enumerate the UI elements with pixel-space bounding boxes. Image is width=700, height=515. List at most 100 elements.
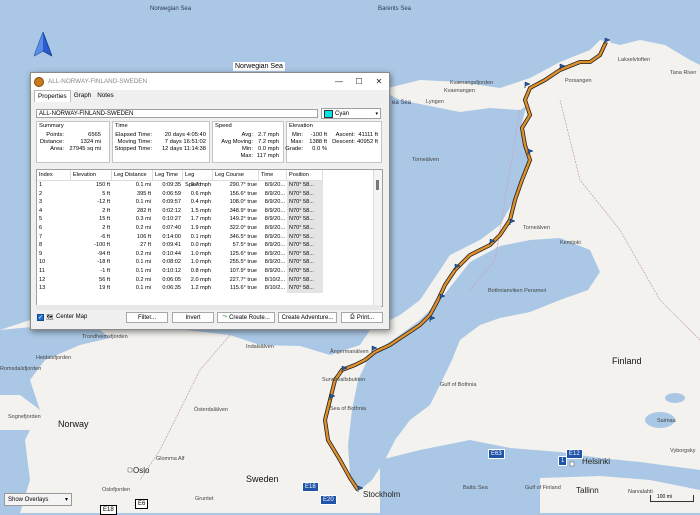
map-label: Baltic Sea: [463, 485, 488, 491]
table-cell: -6 ft: [100, 233, 110, 240]
table-row[interactable]: 2 5 ft 395 ft 0:06:59 0.6 mph 156.6° true 8/9/…: [37, 189, 323, 199]
tab-properties[interactable]: Properties: [34, 90, 71, 102]
print-label: Print...: [356, 314, 375, 321]
table-cell: N70° 58...: [287, 232, 323, 242]
table-cell: -94 ft: [97, 250, 110, 257]
stopped-label: Stopped Time:: [114, 146, 152, 152]
track-points-table[interactable]: Index Elevation Leg Distance Leg Time Leg Sp…: [36, 169, 383, 307]
summary-box: Summary Points: 6565 Distance: 1324 mi A…: [36, 121, 110, 163]
moving-value: 7 days 16:51:02: [164, 139, 206, 145]
map-label: ea Sea: [392, 100, 412, 106]
table-row[interactable]: 4 2 ft 282 ft 0:02:12 1.5 mph 348.9° true 8/9/…: [37, 206, 323, 216]
column-header[interactable]: Index: [37, 170, 71, 180]
table-row[interactable]: 6 2 ft 0.2 mi 0:07:40 1.9 mph 322.0° true 8/9/…: [37, 224, 323, 233]
route-icon: ⤳: [222, 314, 228, 320]
print-button[interactable]: ⎙ Print...: [341, 312, 383, 323]
area-label: Area:: [50, 146, 64, 152]
map-label: Oslofjorden: [102, 487, 131, 493]
tab-graph[interactable]: Graph: [71, 90, 95, 102]
track-name-input[interactable]: ALL-NORWAY-FINLAND-SWEDEN: [36, 109, 318, 118]
table-row[interactable]: 5 15 ft 0.3 mi 0:10:27 1.7 mph 149.2° true 8/9…: [37, 215, 323, 224]
table-cell: 106 ft: [137, 233, 151, 240]
map-label: Trondheimsfjorden: [82, 334, 128, 340]
table-cell: 8/9/20...: [264, 225, 285, 231]
color-select[interactable]: Cyan ▾: [321, 108, 381, 119]
table-cell: 2: [39, 190, 43, 197]
map-label: Vyborgsky: [670, 448, 696, 454]
horizontal-scrollbar[interactable]: [36, 305, 381, 310]
column-header[interactable]: Leg Distance: [112, 170, 153, 180]
table-row[interactable]: 12 56 ft 0.2 mi 0:06:05 2.0 mph 227.7° true 8/…: [37, 275, 323, 285]
table-cell: 282 ft: [137, 207, 151, 214]
minimize-button[interactable]: —: [329, 73, 349, 90]
table-cell: 290.7° true: [229, 182, 257, 188]
create-adventure-button[interactable]: Create Adventure...: [278, 312, 337, 323]
avg-moving-label: Avg Moving:: [221, 139, 253, 145]
column-header[interactable]: Leg Time: [153, 170, 183, 180]
table-row[interactable]: 9 -94 ft 0.2 mi 0:10:44 1.0 mph 125.6° true 8/…: [37, 249, 323, 259]
scrollbar-thumb[interactable]: [376, 180, 379, 190]
map-label: Saimaa: [657, 418, 676, 424]
elapsed-label: Elapsed Time:: [115, 132, 152, 138]
distance-value: 1324 mi: [80, 139, 101, 145]
column-header[interactable]: Time: [259, 170, 287, 180]
filter-button[interactable]: Filter...: [126, 312, 168, 323]
create-route-label: Create Route...: [229, 314, 270, 321]
map-label: Stockholm: [363, 490, 401, 499]
tab-notes[interactable]: Notes: [94, 90, 116, 102]
create-route-button[interactable]: ⤳ Create Route...: [217, 312, 275, 323]
map-label: Glomma Alf: [156, 456, 185, 462]
compass-icon[interactable]: [34, 32, 52, 58]
map-label: Kvænangsfjorden: [450, 80, 494, 86]
table-cell: 0:14:00: [162, 233, 181, 240]
table-row[interactable]: 3 -12 ft 0.1 mi 0:09:57 0.4 mph 108.0° true 8/…: [37, 198, 323, 207]
map-label: Helsinki: [582, 457, 611, 466]
table-row[interactable]: 7 -6 ft 106 ft 0:14:00 0.1 mph 346.5° true 8/9…: [37, 232, 323, 242]
table-cell: 8/9/20...: [264, 182, 285, 188]
stopped-value: 12 days 11:14:38: [161, 146, 206, 152]
table-cell: 8/9/20...: [264, 233, 285, 240]
table-cell: 8/10/2...: [264, 276, 285, 283]
map-label: Tallinn: [576, 486, 599, 495]
area-value: 27945 sq mi: [69, 146, 101, 152]
table-cell: 0:10:27: [162, 216, 181, 223]
column-header[interactable]: Leg Course: [213, 170, 259, 180]
table-row[interactable]: 11 -1 ft 0.1 mi 0:10:12 0.8 mph 107.9° true 8/…: [37, 267, 323, 276]
table-cell: 1.9 mph: [190, 225, 211, 231]
descent-label: Descent:: [332, 139, 355, 145]
dialog-title-bar[interactable]: ALL-NORWAY-FINLAND-SWEDEN — ☐ ✕: [31, 73, 389, 90]
table-row[interactable]: 10 -18 ft 0.1 mi 0:08:02 1.0 mph 255.5° true 8…: [37, 258, 323, 267]
table-cell: 10: [39, 259, 46, 266]
map-label: Indalsälven: [246, 344, 274, 350]
table-cell: 0.1 mi: [135, 285, 151, 292]
close-button[interactable]: ✕: [369, 73, 389, 90]
map-label: Norwegian Sea: [233, 62, 285, 71]
center-map-checkbox[interactable]: ✓: [37, 314, 44, 321]
button-row: ✓ 🗺 Center Map Filter... Invert ⤳ Create…: [36, 312, 386, 325]
table-cell: N70° 58...: [287, 224, 323, 233]
table-cell: 115.6° true: [229, 285, 257, 292]
vertical-scrollbar[interactable]: [373, 170, 382, 306]
table-cell: 348.9° true: [229, 207, 257, 214]
maximize-button[interactable]: ☐: [349, 73, 369, 90]
table-cell: 8: [39, 242, 43, 249]
table-cell: 255.5° true: [229, 259, 257, 266]
table-cell: 3: [39, 199, 43, 206]
table-cell: 2 ft: [102, 225, 110, 231]
table-cell: 0:06:05: [162, 276, 181, 283]
table-cell: 0.1 mi: [135, 259, 151, 266]
table-row[interactable]: 8 -100 ft 27 ft 0:09:41 0.0 mph 57.5° true 8/9…: [37, 241, 323, 250]
column-header[interactable]: Leg Speed: [183, 170, 213, 188]
table-cell: 8/9/20...: [264, 190, 285, 197]
table-row[interactable]: 13 19 ft 0.1 mi 0:06:35 1.2 mph 115.6° true 8/…: [37, 284, 323, 293]
map-label: Gulf of Finland: [525, 485, 561, 491]
show-overlays-dropdown[interactable]: Show Overlays ▾: [4, 493, 72, 506]
invert-button[interactable]: Invert: [172, 312, 214, 323]
map-label: Lyngen: [426, 99, 444, 105]
speed-box: Speed Avg: 2.7 mph Avg Moving: 7.2 mph M…: [212, 121, 284, 163]
map-label: Torneälven: [523, 225, 550, 231]
table-row[interactable]: 1 150 ft 0.1 mi 0:09:35 0.7 mph 290.7° true 8/…: [37, 181, 323, 190]
column-header[interactable]: Elevation: [71, 170, 112, 180]
table-cell: N70° 58...: [287, 275, 323, 285]
column-header[interactable]: Position: [287, 170, 323, 180]
